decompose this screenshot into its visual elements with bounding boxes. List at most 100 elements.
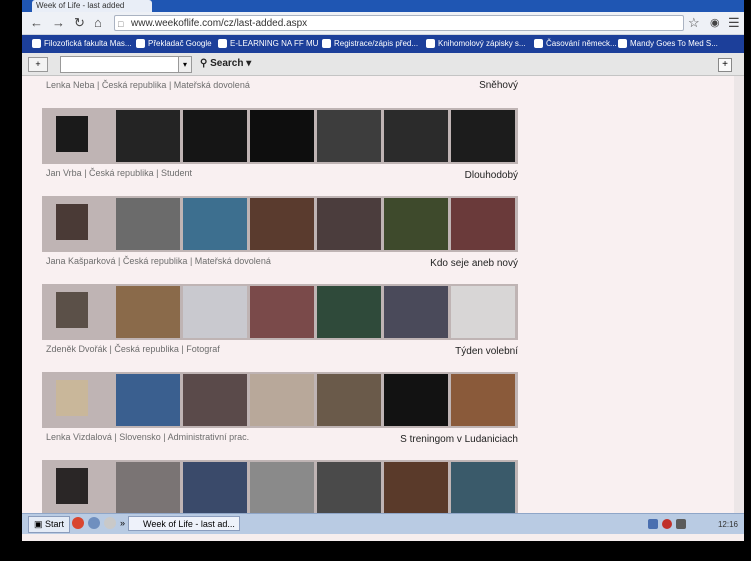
browser-icon[interactable]	[88, 517, 100, 529]
search-icon: ⚲	[200, 58, 211, 69]
bookmark-icon	[426, 39, 435, 49]
address-bar[interactable]: □ www.weekoflife.com/cz/last-added.aspx	[114, 15, 684, 31]
bookmark-icon	[618, 39, 627, 49]
bookmark-item[interactable]: Mandy Goes To Med S...	[618, 37, 718, 51]
photo-strip	[42, 196, 518, 252]
photo-thumbnail[interactable]	[116, 374, 180, 426]
photo-thumbnail[interactable]	[317, 110, 381, 162]
photo-thumbnail[interactable]	[384, 286, 448, 338]
page-content: Lenka Neba | Česká republika | Mateřská …	[22, 76, 734, 513]
bookmark-item[interactable]: E-LEARNING NA FF MU	[218, 37, 318, 51]
photo-thumbnail[interactable]	[250, 198, 314, 250]
entry-meta: Jan Vrba | Česká republika | Student	[46, 168, 192, 178]
bookmark-item[interactable]: Překladač Google	[136, 37, 212, 51]
search-toolbar: + ▾ ⚲ Search ▾ +	[22, 53, 744, 76]
author-avatar[interactable]	[56, 468, 88, 504]
bookmark-icon	[534, 39, 543, 49]
photo-thumbnail[interactable]	[451, 286, 515, 338]
browser-tab[interactable]: Week of Life - last added	[32, 0, 152, 12]
photo-thumbnail[interactable]	[116, 286, 180, 338]
photo-thumbnail[interactable]	[451, 462, 515, 513]
photo-thumbnail[interactable]	[183, 374, 247, 426]
tray-icon[interactable]	[662, 519, 672, 529]
photo-thumbnail[interactable]	[250, 110, 314, 162]
toolbar-menu-button[interactable]: +	[28, 57, 48, 72]
browser-title-bar: Week of Life - last added	[22, 0, 744, 12]
language-icon[interactable]	[648, 519, 658, 529]
photo-thumbnail[interactable]	[183, 286, 247, 338]
bookmark-icon	[322, 39, 331, 49]
forward-icon[interactable]: →	[52, 14, 65, 32]
author-avatar[interactable]	[56, 204, 88, 240]
photo-thumbnail[interactable]	[384, 462, 448, 513]
photo-thumbnail[interactable]	[317, 374, 381, 426]
toolbar-search-input[interactable]	[60, 56, 180, 73]
navigation-bar: ← → ↻ ⌂ □ www.weekoflife.com/cz/last-add…	[22, 12, 744, 35]
entry-meta: Zdeněk Dvořák | Česká republika | Fotogr…	[46, 344, 220, 354]
photo-thumbnail[interactable]	[183, 198, 247, 250]
photo-thumbnail[interactable]	[317, 462, 381, 513]
author-avatar[interactable]	[56, 292, 88, 328]
photo-thumbnail[interactable]	[116, 198, 180, 250]
menu-icon[interactable]: ☰	[728, 14, 740, 32]
chevron-right-icon[interactable]: »	[120, 517, 125, 529]
photo-thumbnail[interactable]	[384, 110, 448, 162]
start-button[interactable]: ▣ Start	[28, 516, 71, 533]
photo-thumbnail[interactable]	[116, 110, 180, 162]
photo-thumbnail[interactable]	[384, 374, 448, 426]
photo-thumbnail[interactable]	[451, 374, 515, 426]
bookmark-icon	[136, 39, 145, 49]
photo-thumbnail[interactable]	[451, 110, 515, 162]
address-url: www.weekoflife.com/cz/last-added.aspx	[131, 18, 308, 29]
bookmark-item[interactable]: Knihomolový zápisky s...	[426, 37, 526, 51]
home-icon[interactable]: ⌂	[94, 14, 102, 32]
photo-thumbnail[interactable]	[317, 198, 381, 250]
photo-strip	[42, 460, 518, 513]
entry-meta: Lenka Vizdalová | Slovensko | Administra…	[46, 432, 250, 442]
photo-thumbnail[interactable]	[250, 286, 314, 338]
photo-thumbnail[interactable]	[250, 374, 314, 426]
monitor-screen: Week of Life - last added ← → ↻ ⌂ □ www.…	[22, 0, 744, 541]
photo-thumbnail[interactable]	[250, 462, 314, 513]
bookmark-item[interactable]: Registrace/zápis před...	[322, 37, 418, 51]
photo-strip	[42, 284, 518, 340]
chrome-icon[interactable]	[72, 517, 84, 529]
photo-thumbnail[interactable]	[183, 110, 247, 162]
chevron-down-icon[interactable]: ▾	[178, 56, 192, 73]
entry-meta: Jana Kašparková | Česká republika | Mate…	[46, 256, 271, 266]
bookmark-icon	[218, 39, 227, 49]
author-avatar[interactable]	[56, 380, 88, 416]
toolbar-search-button[interactable]: ⚲ Search ▾	[200, 57, 251, 71]
system-tray: 12:16	[648, 516, 744, 532]
photo-thumbnail[interactable]	[384, 198, 448, 250]
photo-thumbnail[interactable]	[116, 462, 180, 513]
bookmarks-bar: Filozofická fakulta Mas... Překladač Goo…	[22, 35, 744, 53]
network-icon[interactable]	[676, 519, 686, 529]
photo-strip	[42, 108, 518, 164]
page-icon: □	[118, 19, 124, 29]
app-icon[interactable]	[104, 517, 116, 529]
reload-icon[interactable]: ↻	[74, 14, 85, 32]
entry-title[interactable]: Týden volební	[455, 346, 518, 357]
photo-thumbnail[interactable]	[183, 462, 247, 513]
entry-title[interactable]: Dlouhodobý	[465, 170, 518, 181]
photo-strip	[42, 372, 518, 428]
vertical-scrollbar[interactable]	[734, 76, 744, 513]
star-icon[interactable]: ☆	[688, 14, 700, 32]
bookmark-icon	[32, 39, 41, 49]
tab-title: Week of Life - last added	[36, 1, 125, 10]
author-avatar[interactable]	[56, 116, 88, 152]
entry-meta: Lenka Neba | Česká republika | Mateřská …	[46, 80, 250, 90]
taskbar-window-button[interactable]: Week of Life - last ad...	[128, 516, 240, 531]
entry-title[interactable]: Kdo seje aneb nový	[430, 258, 518, 269]
photo-thumbnail[interactable]	[317, 286, 381, 338]
clock: 12:16	[717, 520, 738, 529]
toolbar-add-button[interactable]: +	[718, 58, 732, 72]
entry-title[interactable]: Sněhový	[479, 80, 518, 91]
entry-title[interactable]: S treningom v Ludaniciach	[400, 434, 518, 445]
photo-thumbnail[interactable]	[451, 198, 515, 250]
extension-icon[interactable]: ◉	[710, 14, 720, 32]
bookmark-item[interactable]: Časování německ...	[534, 37, 617, 51]
back-icon[interactable]: ←	[30, 14, 43, 32]
bookmark-item[interactable]: Filozofická fakulta Mas...	[32, 37, 132, 51]
